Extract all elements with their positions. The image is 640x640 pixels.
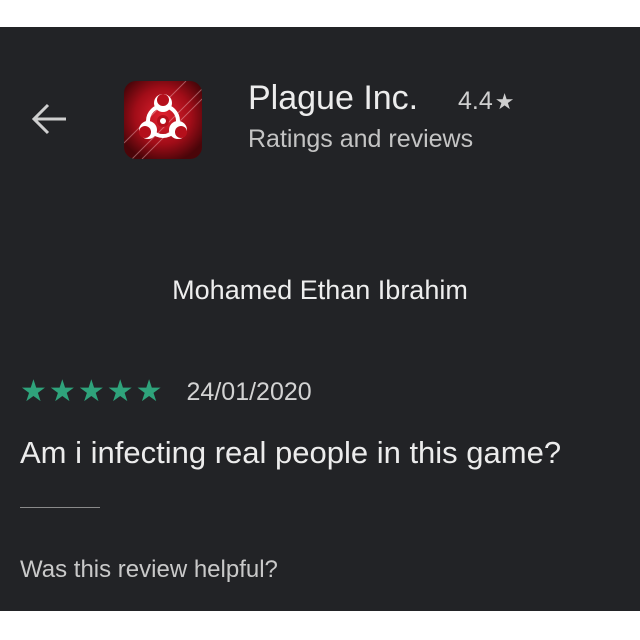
review-text: Am i infecting real people in this game? — [20, 435, 562, 470]
star-icon: ★ — [77, 375, 105, 408]
star-icon: ★ — [135, 375, 163, 408]
app-rating: 4.4★ — [458, 87, 515, 116]
divider — [20, 507, 100, 508]
app-title: Plague Inc. — [248, 79, 419, 117]
star-icon: ★ — [494, 89, 515, 114]
arrow-left-icon — [31, 103, 66, 135]
review-screen: Plague Inc. 4.4★ Ratings and reviews Moh… — [0, 27, 640, 611]
app-rating-value: 4.4 — [458, 87, 493, 115]
review-date: 24/01/2020 — [186, 377, 312, 406]
page-subtitle: Ratings and reviews — [248, 125, 474, 153]
star-icon: ★ — [20, 375, 47, 408]
star-icon: ★ — [48, 375, 76, 408]
star-icon: ★ — [106, 375, 134, 408]
app-header: Plague Inc. 4.4★ Ratings and reviews — [0, 27, 640, 197]
review-rating-row: ★ ★ ★ ★ ★ 24/01/2020 — [20, 377, 312, 407]
app-icon[interactable] — [124, 81, 202, 159]
reviewer-name: Mohamed Ethan Ibrahim — [172, 275, 468, 305]
back-button[interactable] — [30, 99, 70, 139]
biohazard-icon — [124, 81, 202, 159]
helpful-prompt: Was this review helpful? — [20, 556, 278, 583]
